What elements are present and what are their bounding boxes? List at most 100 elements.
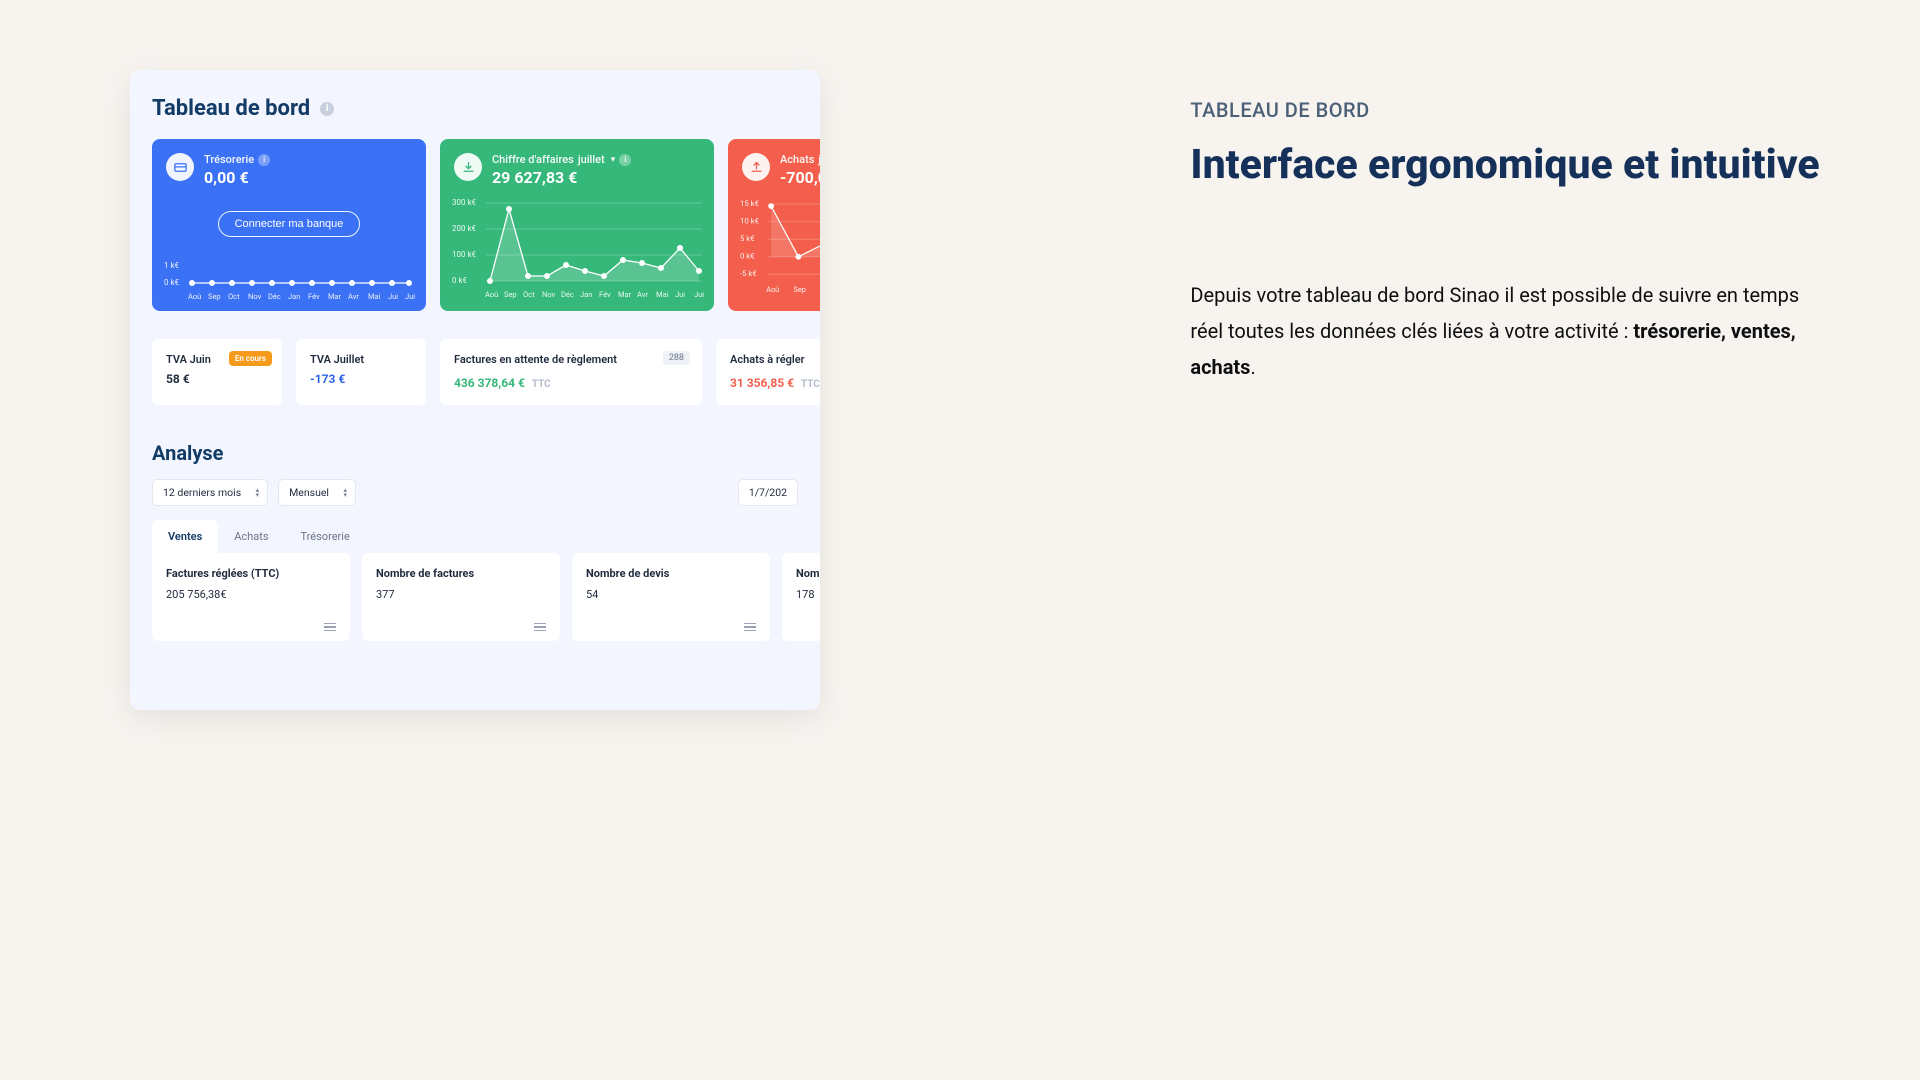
card-value: 0,00 €: [204, 168, 270, 187]
svg-text:0 k€: 0 k€: [740, 252, 755, 261]
section-title-analyse: Analyse: [130, 441, 820, 465]
card-value: 29 627,83 €: [492, 168, 631, 187]
info-icon[interactable]: i: [320, 102, 334, 116]
body-text: Depuis votre tableau de bord Sinao il es…: [1190, 277, 1830, 385]
tab-ventes[interactable]: Ventes: [152, 520, 218, 553]
marketing-copy: TABLEAU DE BORD Interface ergonomique et…: [1190, 0, 1920, 1080]
svg-text:Oct: Oct: [228, 292, 240, 301]
svg-text:300 k€: 300 k€: [452, 198, 477, 207]
stat-title: Factures en attente de règlement: [454, 353, 688, 366]
stat-value: 31 356,85 €: [730, 376, 794, 390]
granularity-select[interactable]: Mensuel ▴▾: [278, 479, 356, 506]
analyse-card-value: 54: [586, 588, 756, 601]
stat-factures-attente[interactable]: Factures en attente de règlement 436 378…: [440, 339, 702, 405]
stat-tva-juin[interactable]: TVA Juin 58 € En cours: [152, 339, 282, 405]
card-value: -700,00 €: [780, 168, 820, 187]
analyse-card[interactable]: Nombre 178: [782, 553, 820, 641]
svg-text:100 k€: 100 k€: [452, 250, 477, 259]
svg-text:Oct: Oct: [523, 290, 535, 299]
svg-text:Aoû: Aoû: [485, 290, 498, 299]
svg-text:Mai: Mai: [656, 290, 669, 299]
analyse-card-title: Nombre de devis: [586, 567, 756, 580]
stat-title: Achats à régler: [730, 353, 820, 366]
upload-icon: [742, 153, 770, 181]
svg-text:Avr: Avr: [637, 290, 648, 299]
svg-text:Aoû: Aoû: [188, 292, 201, 301]
svg-text:1 k€: 1 k€: [164, 261, 180, 270]
stat-value: 436 378,64 €: [454, 376, 525, 390]
period-select[interactable]: 12 derniers mois ▴▾: [152, 479, 268, 506]
card-icon: [166, 153, 194, 181]
analyse-tabs: Ventes Achats Trésorerie: [152, 520, 820, 553]
connect-bank-button[interactable]: Connecter ma banque: [218, 211, 361, 237]
stat-achats-regler[interactable]: Achats à régler 31 356,85 € TTC: [716, 339, 820, 405]
download-icon: [454, 153, 482, 181]
analyse-card[interactable]: Nombre de factures 377: [362, 553, 560, 641]
stat-value: -173 €: [310, 372, 412, 386]
svg-text:Fév: Fév: [308, 292, 320, 301]
svg-text:10 k€: 10 k€: [740, 217, 759, 226]
tab-achats[interactable]: Achats: [218, 520, 284, 553]
date-input[interactable]: 1/7/202: [738, 479, 798, 506]
stat-title: TVA Juillet: [310, 353, 412, 366]
menu-icon[interactable]: [324, 623, 336, 632]
svg-text:Sep: Sep: [794, 285, 806, 294]
menu-icon[interactable]: [534, 623, 546, 632]
tab-tresorerie[interactable]: Trésorerie: [285, 520, 366, 553]
dashboard-app: Tableau de bord i Trésorerie i 0,00 €: [130, 70, 820, 710]
svg-text:Jui: Jui: [694, 290, 704, 299]
analyse-card-value: 205 756,38€: [166, 588, 336, 601]
menu-icon[interactable]: [744, 623, 756, 632]
svg-text:Mar: Mar: [328, 292, 342, 301]
info-icon: i: [619, 154, 631, 166]
svg-text:Avr: Avr: [348, 292, 359, 301]
svg-text:-5 k€: -5 k€: [740, 269, 757, 278]
ca-chart: 300 k€ 200 k€ 100 k€ 0 k€: [452, 193, 702, 301]
card-tresorerie[interactable]: Trésorerie i 0,00 € Connecter ma banque …: [152, 139, 426, 311]
info-icon: i: [258, 154, 270, 166]
svg-text:Aoû: Aoû: [766, 285, 779, 294]
card-period[interactable]: juillet: [818, 153, 820, 166]
stats-row: TVA Juin 58 € En cours TVA Juillet -173 …: [130, 339, 820, 405]
analyse-card-value: 377: [376, 588, 546, 601]
stat-tva-juillet[interactable]: TVA Juillet -173 €: [296, 339, 426, 405]
analyse-card[interactable]: Factures réglées (TTC) 205 756,38€: [152, 553, 350, 641]
svg-text:Jui: Jui: [388, 292, 398, 301]
analyse-card-value: 178: [796, 588, 820, 601]
ttc-label: TTC: [801, 379, 820, 390]
svg-text:Déc: Déc: [268, 292, 281, 301]
chevron-down-icon[interactable]: ▾: [611, 155, 616, 165]
card-achats[interactable]: Achats juillet -700,00 € 15 k€ 10 k€ 5 k…: [728, 139, 820, 311]
svg-text:0 k€: 0 k€: [452, 276, 468, 285]
card-label: Chiffre d'affaires: [492, 153, 574, 166]
sort-icon: ▴▾: [256, 488, 260, 498]
eyebrow: TABLEAU DE BORD: [1190, 98, 1830, 122]
svg-text:Jan: Jan: [288, 292, 300, 301]
analyse-card[interactable]: Nombre de devis 54: [572, 553, 770, 641]
svg-text:15 k€: 15 k€: [740, 199, 759, 208]
svg-text:5 k€: 5 k€: [740, 234, 755, 243]
analyse-filters: 12 derniers mois ▴▾ Mensuel ▴▾ 1/7/202: [130, 479, 820, 506]
stat-value: 58 €: [166, 372, 268, 386]
svg-text:Déc: Déc: [561, 290, 574, 299]
tresorerie-chart: 1 k€ 0 k€ Aoû Sep Oct Nov Déc Jan: [164, 259, 414, 301]
card-label: Achats: [780, 153, 814, 166]
count-badge: 288: [663, 351, 690, 365]
sort-icon: ▴▾: [343, 488, 347, 498]
analyse-card-title: Nombre: [796, 567, 820, 580]
svg-text:Nov: Nov: [542, 290, 556, 299]
card-chiffre-affaires[interactable]: Chiffre d'affaires juillet ▾ i 29 627,83…: [440, 139, 714, 311]
svg-text:Nov: Nov: [248, 292, 262, 301]
ttc-label: TTC: [532, 379, 551, 390]
svg-text:Jui: Jui: [405, 292, 415, 301]
card-period[interactable]: juillet: [578, 153, 605, 166]
hero-heading: Interface ergonomique et intuitive: [1190, 140, 1830, 191]
svg-text:Mar: Mar: [618, 290, 632, 299]
analyse-cards-row: Factures réglées (TTC) 205 756,38€ Nombr…: [130, 553, 820, 641]
svg-text:Jui: Jui: [675, 290, 685, 299]
svg-text:Sep: Sep: [504, 290, 517, 299]
svg-text:0 k€: 0 k€: [164, 278, 180, 287]
status-badge: En cours: [229, 351, 272, 366]
analyse-card-title: Nombre de factures: [376, 567, 546, 580]
analyse-card-title: Factures réglées (TTC): [166, 567, 336, 580]
